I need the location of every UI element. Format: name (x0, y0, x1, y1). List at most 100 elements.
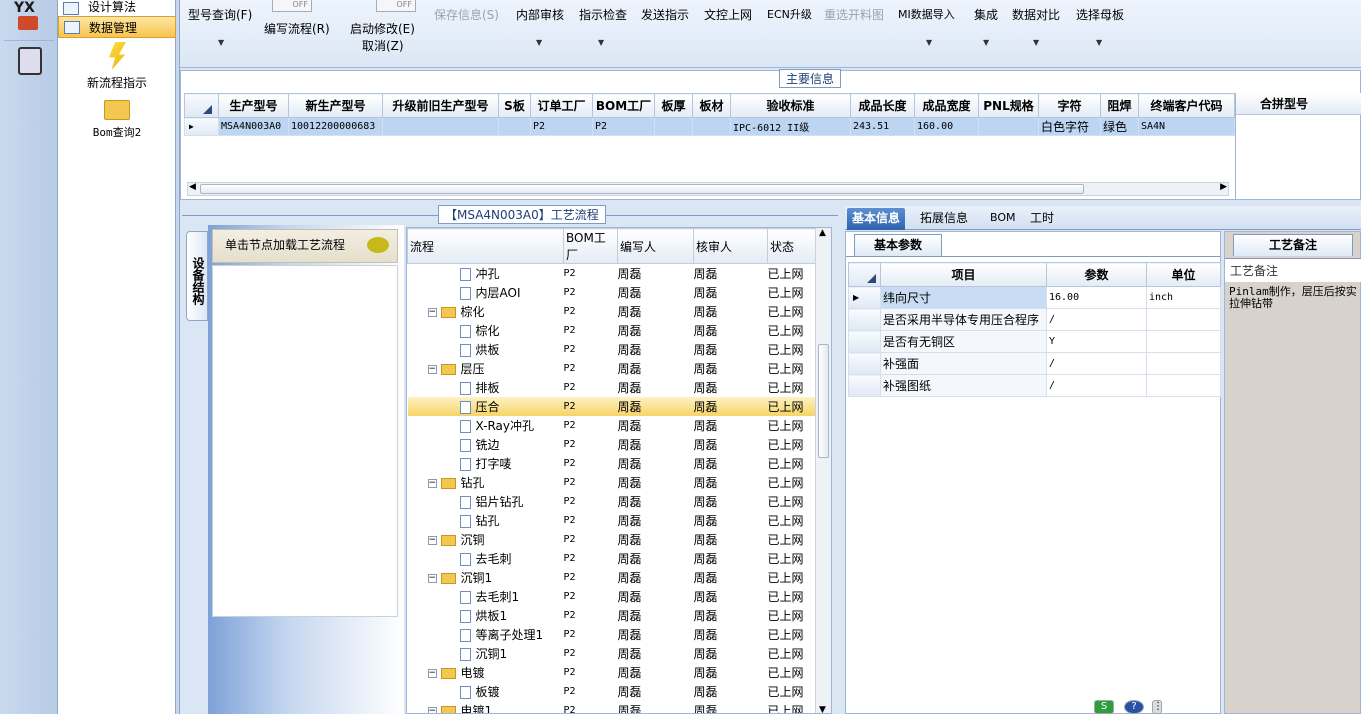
tree-cell-auditor[interactable]: 周磊 (694, 473, 768, 492)
tree-node[interactable]: 棕化 (408, 321, 564, 340)
param-unit[interactable] (1146, 352, 1221, 375)
tree-cell-writer[interactable]: 周磊 (618, 378, 694, 397)
tab-man-hours[interactable]: 工时 (1025, 208, 1059, 230)
tree-row[interactable]: X-Ray冲孔 P2 周磊 周磊 已上网 (408, 416, 818, 435)
tree-cell-writer[interactable]: 周磊 (618, 473, 694, 492)
nav-item-design[interactable]: 设计算法 (58, 0, 176, 15)
tree-cell-status[interactable]: 已上网 (768, 606, 818, 625)
write-flow-button[interactable]: 编写流程(R) (264, 20, 330, 37)
tree-cell-factory[interactable]: P2 (564, 416, 618, 435)
tree-cell-factory[interactable]: P2 (564, 663, 618, 682)
collapse-toggle-icon[interactable]: − (427, 668, 437, 678)
corner-cell[interactable] (184, 93, 219, 118)
tree-cell-factory[interactable]: P2 (564, 302, 618, 321)
tree-cell-writer[interactable]: 周磊 (618, 511, 694, 530)
param-unit[interactable] (1146, 308, 1221, 331)
tree-cell-auditor[interactable]: 周磊 (694, 340, 768, 359)
table-cell[interactable] (498, 117, 531, 136)
tree-row[interactable]: 烘板1 P2 周磊 周磊 已上网 (408, 606, 818, 625)
tree-row[interactable]: − 层压 P2 周磊 周磊 已上网 (408, 359, 818, 378)
table-cell[interactable]: 10012200000683 (288, 117, 383, 136)
row-indicator[interactable] (848, 308, 881, 331)
tree-cell-factory[interactable]: P2 (564, 264, 618, 283)
scrollbar-thumb[interactable] (200, 184, 1084, 194)
tree-node[interactable]: 烘板1 (408, 606, 564, 625)
column-header[interactable]: 新生产型号 (288, 93, 383, 118)
column-header[interactable]: BOM工厂 (592, 93, 655, 118)
tree-row[interactable]: 棕化 P2 周磊 周磊 已上网 (408, 321, 818, 340)
tree-row[interactable]: − 电镀 P2 周磊 周磊 已上网 (408, 663, 818, 682)
tree-cell-status[interactable]: 已上网 (768, 587, 818, 606)
tree-cell-writer[interactable]: 周磊 (618, 682, 694, 701)
chevron-down-icon[interactable]: ▼ (983, 38, 989, 47)
tree-node[interactable]: 钻孔 (408, 511, 564, 530)
tree-cell-status[interactable]: 已上网 (768, 568, 818, 587)
tree-cell-auditor[interactable]: 周磊 (694, 663, 768, 682)
tree-cell-status[interactable]: 已上网 (768, 530, 818, 549)
equipment-tree-area[interactable] (212, 265, 398, 617)
tree-node[interactable]: 去毛刺1 (408, 587, 564, 606)
table-cell[interactable]: 白色字符 (1038, 117, 1101, 136)
column-header[interactable]: 板厚 (654, 93, 693, 118)
tree-cell-factory[interactable]: P2 (564, 625, 618, 644)
tree-cell-status[interactable]: 已上网 (768, 378, 818, 397)
tree-row[interactable]: − 钻孔 P2 周磊 周磊 已上网 (408, 473, 818, 492)
tree-cell-factory[interactable]: P2 (564, 492, 618, 511)
tree-cell-factory[interactable]: P2 (564, 644, 618, 663)
tree-node[interactable]: 排板 (408, 378, 564, 397)
column-header[interactable]: 升级前旧生产型号 (382, 93, 499, 118)
cancel-button[interactable]: 取消(Z) (362, 37, 404, 54)
tree-cell-auditor[interactable]: 周磊 (694, 682, 768, 701)
tree-cell-status[interactable]: 已上网 (768, 644, 818, 663)
tree-cell-writer[interactable]: 周磊 (618, 568, 694, 587)
table-cell[interactable]: SA4N (1138, 117, 1235, 136)
tree-cell-factory[interactable]: P2 (564, 378, 618, 397)
tree-cell-writer[interactable]: 周磊 (618, 359, 694, 378)
new-flow-indicator-button[interactable]: 新流程指示 (58, 42, 176, 90)
param-row[interactable]: 补强图纸 / (848, 374, 1221, 397)
tree-cell-writer[interactable]: 周磊 (618, 416, 694, 435)
tree-cell-status[interactable]: 已上网 (767, 396, 818, 416)
data-compare-button[interactable]: 数据对比 (1012, 6, 1060, 23)
chevron-down-icon[interactable]: ▼ (536, 38, 542, 47)
column-header[interactable]: 阻焊 (1100, 93, 1139, 118)
param-item[interactable]: 纬向尺寸 (880, 286, 1047, 309)
process-memo-tab[interactable]: 工艺备注 (1233, 234, 1353, 256)
param-unit[interactable] (1146, 330, 1221, 353)
tree-node[interactable]: 板镀 (408, 682, 564, 701)
tree-cell-factory[interactable]: P2 (564, 549, 618, 568)
tree-cell-auditor[interactable]: 周磊 (694, 530, 768, 549)
scroll-left-icon[interactable]: ◀ (189, 182, 196, 192)
tree-node[interactable]: 沉铜1 (408, 644, 564, 663)
row-indicator[interactable]: ▶ (848, 286, 881, 309)
tree-row[interactable]: 打字唛 P2 周磊 周磊 已上网 (408, 454, 818, 473)
bom-query-button[interactable]: Bom查询2 (58, 100, 176, 144)
tree-row[interactable]: 铝片钻孔 P2 周磊 周磊 已上网 (408, 492, 818, 511)
tree-cell-factory[interactable]: P2 (564, 283, 618, 302)
tree-cell-factory[interactable]: P2 (564, 701, 618, 714)
tree-cell-auditor[interactable]: 周磊 (694, 302, 768, 321)
tree-cell-auditor[interactable]: 周磊 (694, 283, 768, 302)
param-value[interactable]: Y (1046, 330, 1147, 353)
tree-cell-writer[interactable]: 周磊 (618, 549, 694, 568)
chevron-down-icon[interactable]: ▼ (1033, 38, 1039, 47)
tree-row[interactable]: − 电镀1 P2 周磊 周磊 已上网 (408, 701, 818, 714)
table-cell[interactable] (382, 117, 499, 136)
tree-node[interactable]: − 棕化 (408, 302, 564, 321)
table-row[interactable]: ▶ MSA4N003A0 10012200000683 P2 P2 IPC-60… (184, 117, 1235, 136)
s-icon[interactable]: S (1094, 700, 1114, 714)
tree-row[interactable]: − 棕化 P2 周磊 周磊 已上网 (408, 302, 818, 321)
tree-cell-status[interactable]: 已上网 (768, 359, 818, 378)
column-header[interactable]: 验收标准 (730, 93, 851, 118)
scrollbar-thumb[interactable] (818, 344, 829, 458)
tree-cell-writer[interactable]: 周磊 (618, 530, 694, 549)
column-header[interactable]: 板材 (692, 93, 731, 118)
tree-cell-status[interactable]: 已上网 (768, 492, 818, 511)
scroll-right-icon[interactable]: ▶ (1220, 182, 1227, 192)
tree-cell-writer[interactable]: 周磊 (618, 663, 694, 682)
scroll-up-icon[interactable]: ▲ (819, 228, 826, 238)
tree-node[interactable]: 铣边 (408, 435, 564, 454)
collapse-toggle-icon[interactable]: − (427, 573, 437, 583)
row-indicator[interactable]: ▶ (184, 117, 219, 136)
chevron-down-icon[interactable]: ▼ (598, 38, 604, 47)
